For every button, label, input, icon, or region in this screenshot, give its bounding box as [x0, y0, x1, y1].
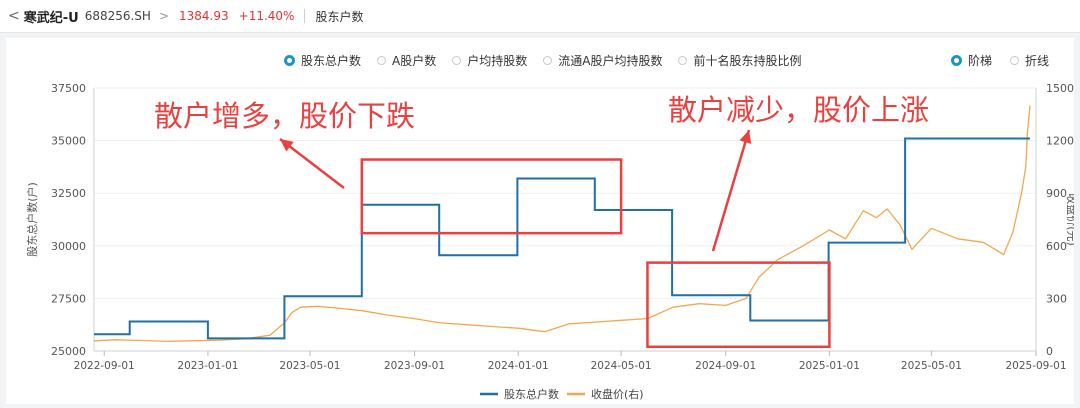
- tab-label: A股户数: [392, 54, 437, 68]
- x-tick-label: 2023-09-01: [384, 360, 445, 372]
- price-change-pct: +11.40%: [238, 9, 295, 23]
- radio-icon: [951, 55, 962, 66]
- stock-price: 1384.93: [179, 9, 229, 23]
- y-right-tick-label: 600: [1046, 240, 1067, 253]
- annotation-box-1: [360, 158, 623, 235]
- radio-icon: [377, 56, 387, 65]
- tab-label: 前十名股东持股比例: [693, 54, 802, 68]
- annotation-box-2: [646, 261, 831, 349]
- radio-icon: [1010, 56, 1020, 65]
- x-tick-label: 2023-05-01: [279, 360, 340, 372]
- top-bar: < 寒武纪-U 688256.SH > 1384.93 +11.40% 股东户数: [0, 0, 1080, 33]
- chart-panel: 25000 27500 30000 32500 35000 37500 0 300 600 900…: [6, 38, 1074, 404]
- tab-a-share-holders[interactable]: A股户数: [377, 52, 436, 69]
- header-divider: [304, 9, 306, 23]
- y-right-tick-label: 1500: [1046, 82, 1074, 95]
- tab-label: 流通A股户均持股数: [558, 54, 663, 68]
- radio-icon: [543, 56, 553, 65]
- mode-label: 阶梯: [968, 54, 993, 68]
- legend-label-close-price: 收盘价(右): [591, 387, 644, 401]
- y-right-tick-label: 1200: [1046, 135, 1074, 148]
- tab-float-avg-holding[interactable]: 流通A股户均持股数: [543, 52, 662, 69]
- stock-code: 688256.SH: [84, 9, 151, 23]
- metric-tabs: 股东总户数 A股户数 户均持股数 流通A股户均持股数 前十名股东持股比例: [284, 52, 801, 69]
- page-title: 股东户数: [315, 9, 364, 24]
- chart: 25000 27500 30000 32500 35000 37500 0 300 600 900…: [25, 82, 1074, 401]
- back-icon[interactable]: <: [8, 8, 20, 24]
- radio-icon: [452, 56, 462, 65]
- chevron-right-icon[interactable]: >: [159, 9, 169, 23]
- y-right-tick-label: 0: [1046, 345, 1053, 358]
- y-left-axis-title: 股东总户数(户): [25, 182, 39, 257]
- tab-top10-ratio[interactable]: 前十名股东持股比例: [678, 52, 801, 69]
- x-tick-label: 2022-09-01: [74, 360, 135, 372]
- tab-total-holders[interactable]: 股东总户数: [284, 52, 361, 69]
- arrow-2-shaft: [711, 129, 751, 252]
- x-tick-label: 2024-09-01: [695, 360, 756, 372]
- y-left-tick-label: 25000: [51, 345, 86, 358]
- chart-mode-toggle: 阶梯 折线: [951, 52, 1049, 69]
- series-step-total-holders: [94, 137, 1030, 340]
- y-left-tick-label: 32500: [51, 187, 86, 200]
- stock-name: 寒武纪-U: [23, 10, 79, 26]
- x-tick-label: 2024-05-01: [591, 360, 652, 372]
- y-left-tick-label: 30000: [51, 240, 86, 253]
- x-tick-label: 2025-05-01: [901, 360, 962, 372]
- radio-icon: [678, 56, 688, 65]
- mode-step[interactable]: 阶梯: [951, 52, 992, 69]
- x-tick-label: 2024-01-01: [488, 360, 549, 372]
- tab-label: 股东总户数: [301, 54, 362, 68]
- radio-icon: [284, 55, 295, 66]
- annotation-text-2: 散户减少，股价上涨: [668, 93, 929, 127]
- legend-label-total-holders: 股东总户数: [504, 387, 559, 401]
- y-right-axis-title: 收盘价(元): [1065, 193, 1074, 246]
- x-tick-label: 2023-01-01: [177, 360, 238, 372]
- y-left-tick-label: 27500: [51, 292, 86, 305]
- annotation-text-1: 散户增多，股价下跌: [154, 99, 415, 133]
- tab-avg-holding[interactable]: 户均持股数: [452, 52, 527, 69]
- y-left-tick-label: 37500: [51, 82, 86, 95]
- x-tick-label: 2025-09-01: [1005, 360, 1066, 372]
- mode-label: 折线: [1025, 54, 1050, 68]
- y-right-tick-label: 300: [1046, 292, 1067, 305]
- y-right-tick-label: 900: [1046, 187, 1067, 200]
- x-tick-label: 2025-01-01: [799, 360, 860, 372]
- y-left-tick-label: 35000: [51, 135, 86, 148]
- tab-label: 户均持股数: [467, 54, 528, 68]
- mode-line[interactable]: 折线: [1010, 52, 1049, 69]
